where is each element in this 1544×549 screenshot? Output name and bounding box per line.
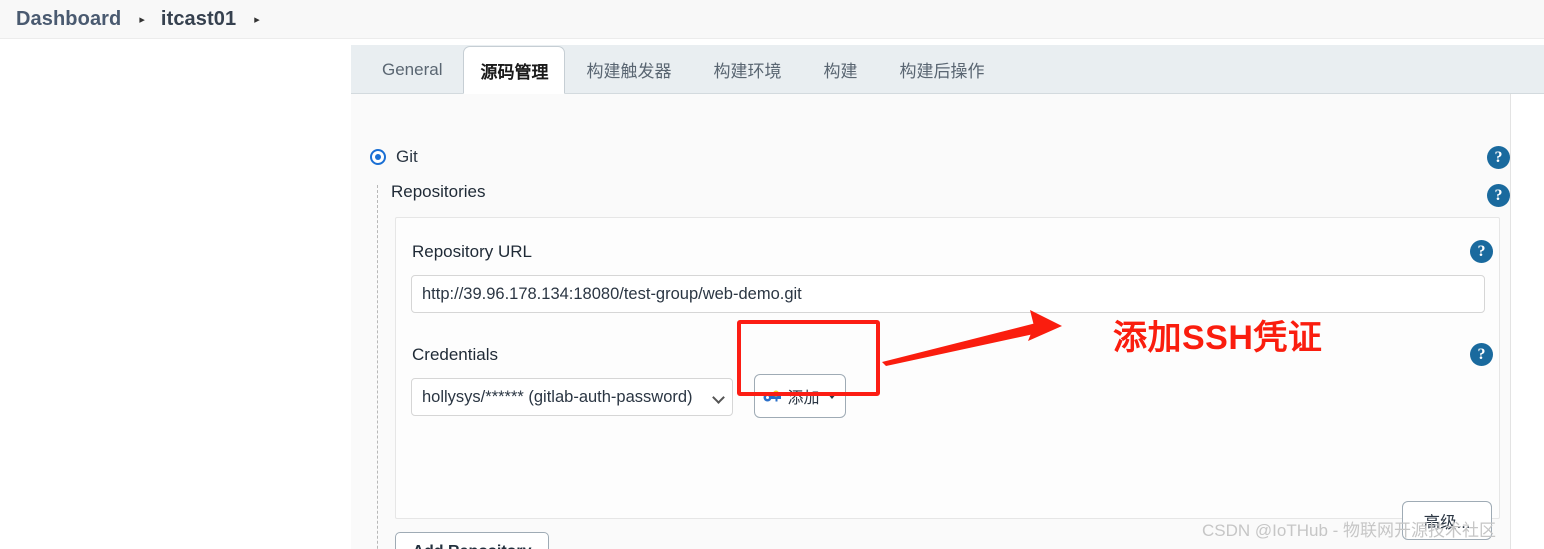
- config-tab-strip: General 源码管理 构建触发器 构建环境 构建 构建后操作: [351, 45, 1544, 94]
- repository-url-label: Repository URL: [412, 242, 532, 261]
- repositories-title: Repositories: [391, 182, 486, 201]
- panel-right-gutter: [1511, 94, 1544, 549]
- scm-panel: Git Repositories Repository URL Credenti…: [351, 94, 1511, 549]
- section-guide-line: [377, 185, 378, 549]
- add-credentials-label: 添加: [787, 390, 820, 407]
- add-repository-button[interactable]: Add Repository: [395, 532, 549, 549]
- breadcrumb-separator-icon-2[interactable]: ▸: [254, 14, 260, 26]
- caret-down-icon: [826, 393, 837, 399]
- help-repository-url-icon[interactable]: ?: [1470, 240, 1493, 263]
- credentials-label: Credentials: [412, 345, 498, 364]
- help-git-icon[interactable]: ?: [1487, 146, 1510, 169]
- scm-option-git-label: Git: [396, 147, 418, 166]
- annotation-text: 添加SSH凭证: [1113, 319, 1323, 357]
- credentials-select-wrapper: hollysys/****** (gitlab-auth-password) -…: [411, 378, 733, 416]
- app-root: Dashboard ▸ itcast01 ▸ General 源码管理 构建触发…: [0, 0, 1544, 549]
- tab-source-code-management[interactable]: 源码管理: [463, 46, 566, 94]
- add-credentials-button[interactable]: 添加: [754, 374, 846, 418]
- key-icon: [763, 390, 782, 401]
- tab-post-build-actions[interactable]: 构建后操作: [878, 46, 1005, 93]
- breadcrumb-item-dashboard[interactable]: Dashboard: [16, 8, 121, 31]
- help-repositories-icon[interactable]: ?: [1487, 184, 1510, 207]
- watermark: CSDN @IoTHub - 物联网开源技术社区: [1202, 521, 1497, 540]
- tab-build-triggers[interactable]: 构建触发器: [565, 46, 692, 93]
- repository-card: Repository URL Credentials hollysys/****…: [395, 217, 1500, 540]
- breadcrumb: Dashboard ▸ itcast01 ▸: [0, 0, 1544, 39]
- tab-general[interactable]: General: [361, 46, 463, 93]
- breadcrumb-separator-icon: ▸: [139, 13, 145, 26]
- tab-build[interactable]: 构建: [802, 46, 878, 93]
- scm-option-git[interactable]: Git: [370, 147, 418, 167]
- tab-build-environment[interactable]: 构建环境: [692, 46, 802, 93]
- help-credentials-icon[interactable]: ?: [1470, 343, 1493, 366]
- repository-url-input[interactable]: [411, 275, 1485, 313]
- job-config-area: General 源码管理 构建触发器 构建环境 构建 构建后操作 Git Rep…: [351, 39, 1544, 549]
- breadcrumb-item-itcast01[interactable]: itcast01: [161, 8, 236, 31]
- radio-git-icon[interactable]: [370, 149, 386, 165]
- credentials-select[interactable]: hollysys/****** (gitlab-auth-password) -…: [411, 378, 733, 416]
